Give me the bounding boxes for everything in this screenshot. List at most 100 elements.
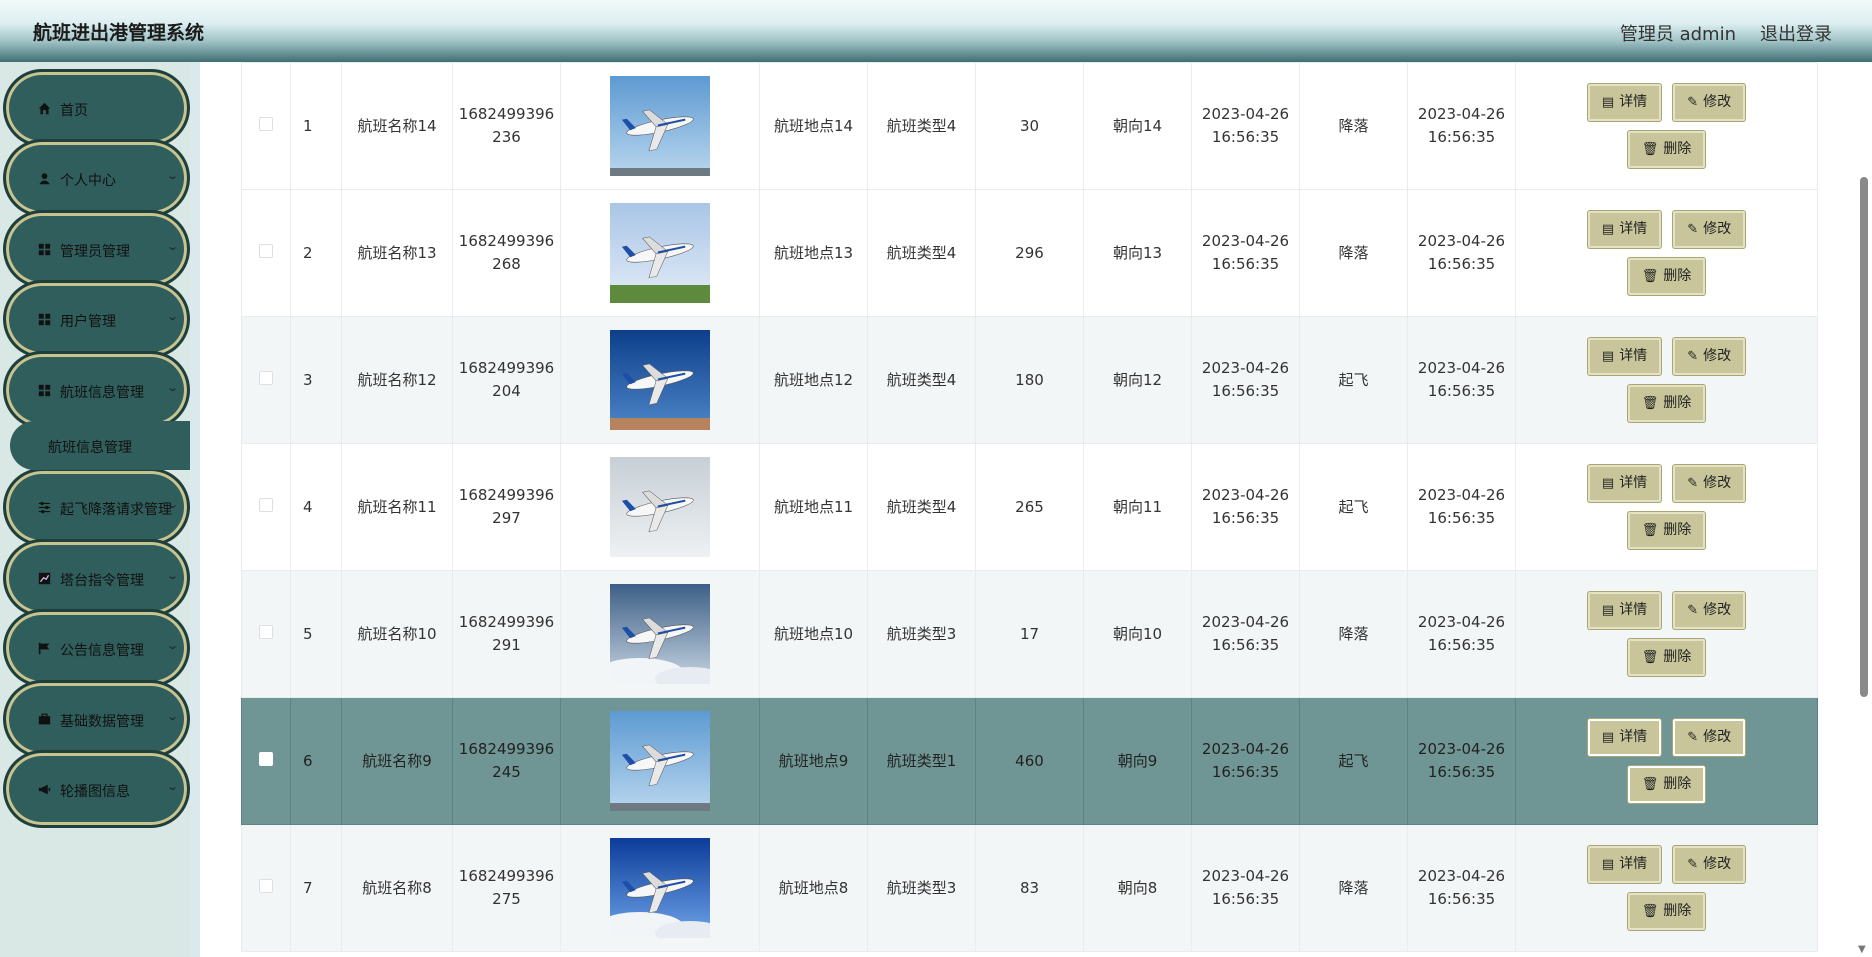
table-row[interactable]: 5 航班名称10 1682499396 291 航班地点10 航班类型3 17 朝向10 20… bbox=[241, 570, 1818, 698]
flight-thumbnail[interactable] bbox=[610, 711, 710, 811]
row-checkbox-cell[interactable] bbox=[241, 62, 291, 190]
delete-button[interactable]: 🗑 删除 bbox=[1627, 893, 1706, 930]
row-checkbox[interactable] bbox=[259, 243, 273, 258]
row-checkbox[interactable] bbox=[259, 497, 273, 512]
flight-image-cell bbox=[560, 62, 760, 190]
sidebar-item-4[interactable]: 用户管理 ⌄ bbox=[3, 280, 190, 358]
edit-button-label: 修改 bbox=[1703, 348, 1732, 364]
row-checkbox-cell[interactable] bbox=[241, 443, 291, 571]
created-time: 2023-04-26 16:56:35 bbox=[1407, 316, 1516, 444]
row-actions: ▤ 详情 ✎ 修改 🗑 删除 bbox=[1515, 824, 1818, 952]
pencil-icon: ✎ bbox=[1687, 603, 1699, 618]
sidebar-item-10[interactable]: 轮播图信息 ⌄ bbox=[3, 750, 190, 828]
flight-name: 航班名称13 bbox=[341, 189, 453, 317]
edit-button[interactable]: ✎ 修改 bbox=[1673, 84, 1746, 121]
delete-button[interactable]: 🗑 删除 bbox=[1627, 258, 1706, 295]
flight-code: 1682499396 236 bbox=[452, 62, 561, 190]
detail-button[interactable]: ▤ 详情 bbox=[1587, 211, 1662, 248]
detail-button[interactable]: ▤ 详情 bbox=[1587, 84, 1662, 121]
table-row[interactable]: 4 航班名称11 1682499396 297 航班地点11 航班类型4 265 朝向11 2… bbox=[241, 443, 1818, 571]
table-row[interactable]: 1 航班名称14 1682499396 236 航班地点14 航班类型4 30 朝向14 20… bbox=[241, 62, 1818, 190]
row-actions: ▤ 详情 ✎ 修改 🗑 删除 bbox=[1515, 697, 1818, 825]
flight-type: 航班类型1 bbox=[867, 697, 976, 825]
flight-number-value: 460 bbox=[975, 697, 1084, 825]
flight-thumbnail[interactable] bbox=[610, 584, 710, 684]
row-actions: ▤ 详情 ✎ 修改 🗑 删除 bbox=[1515, 570, 1818, 698]
edit-button[interactable]: ✎ 修改 bbox=[1673, 592, 1746, 629]
delete-button-label: 删除 bbox=[1663, 649, 1692, 665]
delete-button[interactable]: 🗑 删除 bbox=[1627, 512, 1706, 549]
trash-icon: 🗑 bbox=[1641, 650, 1659, 665]
current-user-label[interactable]: 管理员 admin bbox=[1620, 20, 1736, 46]
logout-link[interactable]: 退出登录 bbox=[1760, 20, 1832, 46]
row-checkbox[interactable] bbox=[259, 624, 273, 639]
delete-button[interactable]: 🗑 删除 bbox=[1627, 131, 1706, 168]
sidebar-item-3[interactable]: 管理员管理 ⌄ bbox=[3, 210, 190, 288]
sidebar-subitem-flight-info[interactable]: 航班信息管理 bbox=[10, 421, 190, 470]
chevron-down-icon: ⌄ bbox=[165, 710, 179, 723]
delete-button-label: 删除 bbox=[1663, 903, 1692, 919]
scroll-down-arrow-icon[interactable]: ▼ bbox=[1858, 944, 1866, 955]
detail-button[interactable]: ▤ 详情 bbox=[1587, 846, 1662, 883]
trash-icon: 🗑 bbox=[1641, 904, 1659, 919]
delete-button[interactable]: 🗑 删除 bbox=[1627, 385, 1706, 422]
table-row[interactable]: 7 航班名称8 1682499396 275 航班地点8 航班类型3 83 朝向8 2023-… bbox=[241, 824, 1818, 952]
sidebar-item-9[interactable]: 基础数据管理 ⌄ bbox=[3, 680, 190, 758]
app-title: 航班进出港管理系统 bbox=[33, 22, 205, 44]
scroll-thumb[interactable] bbox=[1860, 177, 1868, 697]
edit-button[interactable]: ✎ 修改 bbox=[1673, 465, 1746, 502]
detail-button[interactable]: ▤ 详情 bbox=[1587, 592, 1662, 629]
table-row[interactable]: 2 航班名称13 1682499396 268 航班地点13 航班类型4 296 朝向13 2… bbox=[241, 189, 1818, 317]
edit-button[interactable]: ✎ 修改 bbox=[1673, 338, 1746, 375]
flight-code: 1682499396 268 bbox=[452, 189, 561, 317]
flight-thumbnail[interactable] bbox=[610, 76, 710, 176]
flight-thumbnail[interactable] bbox=[610, 330, 710, 430]
sidebar-item-label: 首页 bbox=[60, 103, 88, 119]
delete-button[interactable]: 🗑 删除 bbox=[1627, 639, 1706, 676]
edit-button[interactable]: ✎ 修改 bbox=[1673, 846, 1746, 883]
flight-thumbnail[interactable] bbox=[610, 457, 710, 557]
detail-button[interactable]: ▤ 详情 bbox=[1587, 338, 1662, 375]
flight-thumbnail[interactable] bbox=[610, 203, 710, 303]
sliders-icon bbox=[36, 499, 52, 515]
sidebar-item-2[interactable]: 个人中心 ⌄ bbox=[3, 139, 190, 217]
row-checkbox-cell[interactable] bbox=[241, 697, 291, 825]
delete-button[interactable]: 🗑 删除 bbox=[1627, 766, 1706, 803]
row-checkbox-cell[interactable] bbox=[241, 570, 291, 698]
edit-button[interactable]: ✎ 修改 bbox=[1673, 719, 1746, 756]
edit-button[interactable]: ✎ 修改 bbox=[1673, 211, 1746, 248]
row-checkbox[interactable] bbox=[259, 751, 273, 766]
chevron-down-icon: ⌄ bbox=[165, 498, 179, 511]
row-checkbox[interactable] bbox=[259, 878, 273, 893]
flight-thumbnail[interactable] bbox=[610, 838, 710, 938]
chevron-down-icon: ⌄ bbox=[165, 240, 179, 253]
vertical-scrollbar[interactable]: ▼ bbox=[1858, 62, 1869, 957]
table-row[interactable]: 3 航班名称12 1682499396 204 航班地点12 航班类型4 180 朝向12 2… bbox=[241, 316, 1818, 444]
row-checkbox[interactable] bbox=[259, 370, 273, 385]
detail-button[interactable]: ▤ 详情 bbox=[1587, 465, 1662, 502]
created-time: 2023-04-26 16:56:35 bbox=[1407, 697, 1516, 825]
sidebar: 首页 个人中心 ⌄ 管理员管理 ⌄ 用户管理 ⌄ 航班信息管理 ⌄ 起飞降落请求管理 ⌄ 塔台指令管理… bbox=[0, 62, 200, 957]
row-checkbox[interactable] bbox=[259, 116, 273, 131]
detail-button-label: 详情 bbox=[1619, 348, 1648, 364]
sidebar-item-6[interactable]: 起飞降落请求管理 ⌄ bbox=[3, 468, 190, 546]
flight-direction: 朝向10 bbox=[1083, 570, 1192, 698]
table-row[interactable]: 6 航班名称9 1682499396 245 航班地点9 航班类型1 460 朝向9 2023… bbox=[241, 697, 1818, 825]
detail-button-label: 详情 bbox=[1619, 94, 1648, 110]
row-checkbox-cell[interactable] bbox=[241, 316, 291, 444]
sidebar-item-5[interactable]: 航班信息管理 ⌄ bbox=[3, 351, 190, 429]
row-checkbox-cell[interactable] bbox=[241, 189, 291, 317]
flight-status: 降落 bbox=[1299, 824, 1408, 952]
sidebar-item-label: 个人中心 bbox=[60, 173, 116, 189]
row-index: 3 bbox=[290, 316, 342, 444]
detail-button[interactable]: ▤ 详情 bbox=[1587, 719, 1662, 756]
flight-status: 起飞 bbox=[1299, 697, 1408, 825]
sidebar-item-8[interactable]: 公告信息管理 ⌄ bbox=[3, 609, 190, 687]
row-checkbox-cell[interactable] bbox=[241, 824, 291, 952]
flight-direction: 朝向11 bbox=[1083, 443, 1192, 571]
sidebar-item-7[interactable]: 塔台指令管理 ⌄ bbox=[3, 539, 190, 617]
sidebar-item-label: 基础数据管理 bbox=[60, 714, 144, 730]
flight-number-value: 265 bbox=[975, 443, 1084, 571]
sidebar-item-1[interactable]: 首页 bbox=[3, 69, 190, 147]
flight-type: 航班类型4 bbox=[867, 62, 976, 190]
